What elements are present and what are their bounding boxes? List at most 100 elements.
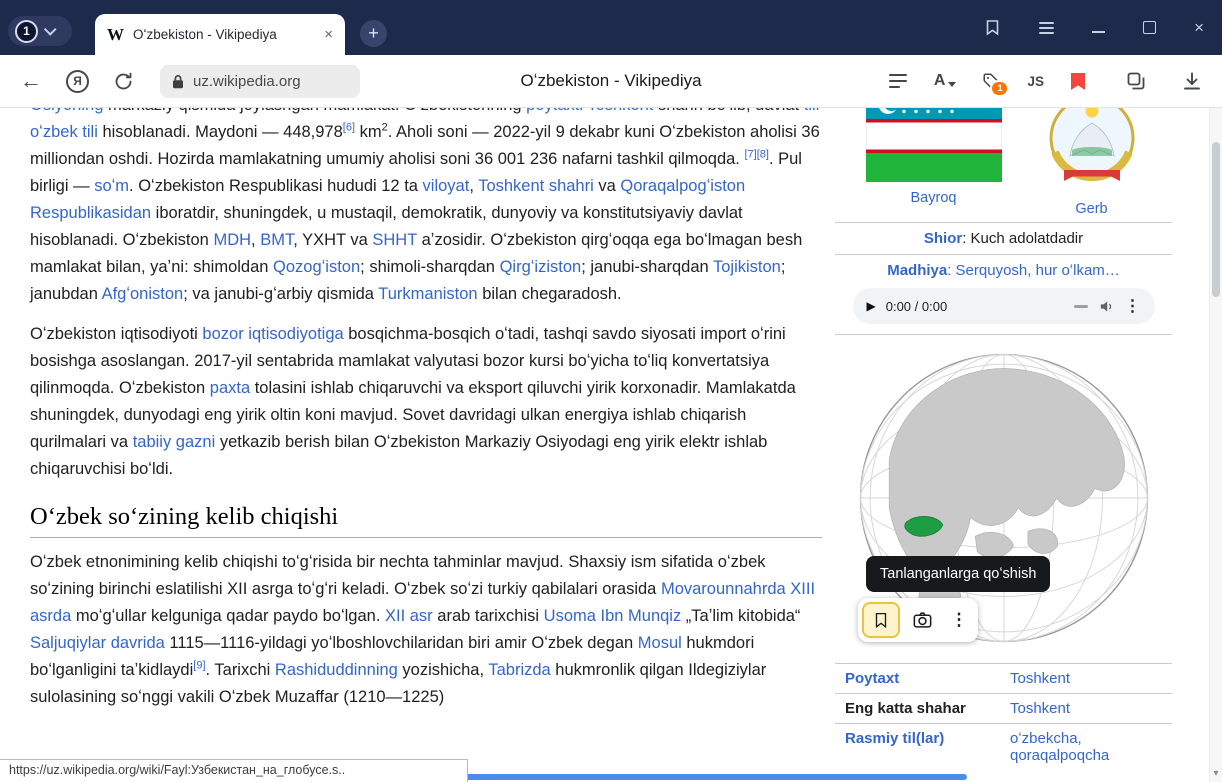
infobox-media-row: Bayroq Gerb <box>835 108 1172 222</box>
titlebar-controls: × <box>984 0 1204 55</box>
text-link[interactable]: Tojikiston <box>713 258 781 276</box>
browser-tab[interactable]: W Oʻzbekiston - Vikipediya × <box>95 14 345 55</box>
motto-row: Shior: Kuch adolatdadir <box>835 222 1172 254</box>
text-link[interactable]: MDH <box>213 231 251 249</box>
chevron-down-icon <box>948 82 956 87</box>
text-link[interactable]: Usoma Ibn Munqiz <box>544 607 682 625</box>
anthem-title-link[interactable]: : Serquyosh, hur oʻlkam… <box>947 262 1120 279</box>
lock-icon <box>172 74 184 89</box>
text-link[interactable]: XII asr <box>385 607 433 625</box>
bookmarks-icon[interactable] <box>1070 72 1086 91</box>
volume-icon[interactable] <box>1098 298 1115 315</box>
text-link[interactable]: poytaxti <box>526 108 583 114</box>
audio-time: 0:00 / 0:00 <box>886 299 947 314</box>
reader-mode-icon[interactable] <box>888 72 908 90</box>
vertical-scrollbar[interactable]: ▾ <box>1209 108 1222 782</box>
text-link[interactable]: Mosul <box>638 634 682 652</box>
row-label[interactable]: Rasmiy til(lar) <box>845 730 1010 764</box>
text-link[interactable]: oʻzbek tili <box>30 123 98 141</box>
text-link[interactable]: viloyat <box>423 177 470 195</box>
tab-close-icon[interactable]: × <box>324 26 333 43</box>
translate-icon[interactable]: A <box>934 73 957 89</box>
image-actions-toolbar: ⋮ <box>858 598 978 642</box>
audio-player[interactable]: ▶ 0:00 / 0:00 ⋮ <box>853 288 1155 324</box>
reload-button[interactable] <box>113 71 134 92</box>
anthem-label-link[interactable]: Madhiya <box>887 262 947 279</box>
table-row: Poytaxt Toshkent <box>835 663 1172 693</box>
audio-menu-button[interactable]: ⋮ <box>1125 296 1141 316</box>
emblem-caption-link[interactable]: Gerb <box>1075 201 1107 217</box>
javascript-icon[interactable]: JS <box>1027 74 1044 89</box>
minimize-button[interactable] <box>1092 31 1105 33</box>
maximize-button[interactable] <box>1143 21 1156 34</box>
panel-bookmark-icon[interactable] <box>984 19 1001 36</box>
paragraph: Oʻzbekiston iqtisodiyoti bozor iqtisodiy… <box>30 321 822 483</box>
text-link[interactable]: Rashiduddinning <box>275 661 398 679</box>
add-to-favorites-tooltip: Tanlanganlarga qoʻshish <box>866 556 1050 592</box>
infobox-table: Poytaxt Toshkent Eng katta shahar Toshke… <box>835 663 1172 770</box>
text-link[interactable]: Turkmaniston <box>378 285 477 303</box>
row-value-link[interactable]: oʻzbekcha, qoraqalpoqcha <box>1010 730 1109 764</box>
seek-bar[interactable] <box>1074 305 1088 308</box>
text-link[interactable]: Toshkent shahri <box>478 177 594 195</box>
text-link[interactable]: Qozogʻiston <box>273 258 360 276</box>
chevron-down-icon <box>44 23 57 36</box>
text-link[interactable]: bozor iqtisodiyotiga <box>202 325 343 343</box>
uzbekistan-emblem-image[interactable] <box>1042 108 1142 193</box>
scrollbar-thumb[interactable] <box>1212 142 1220 297</box>
row-label: Eng katta shahar <box>845 700 1010 717</box>
bookmark-icon <box>872 610 890 630</box>
table-row: Rasmiy til(lar) oʻzbekcha, qoraqalpoqcha <box>835 723 1172 770</box>
text-link[interactable]: tabiiy gazni <box>133 433 216 451</box>
paragraph: Oʻzbek etnonimining kelib chiqishi toʻgʻ… <box>30 549 822 711</box>
downloads-icon[interactable] <box>1182 71 1202 91</box>
text-link[interactable]: soʻm <box>94 177 129 195</box>
wikipedia-favicon: W <box>107 25 124 45</box>
text-link[interactable]: Osiyoning <box>30 108 103 114</box>
tab-group-button[interactable]: 1 <box>8 16 72 46</box>
horizontal-scrollbar-thumb[interactable] <box>452 774 967 780</box>
flag-caption-link[interactable]: Bayroq <box>911 190 957 206</box>
text-link[interactable]: Movarounnahrda <box>661 580 786 598</box>
toolbar: ← Я uz.wikipedia.org Oʻzbekiston - Vikip… <box>0 55 1222 108</box>
reference-link[interactable]: [6] <box>343 122 355 134</box>
section-heading: Oʻzbek soʻzining kelib chiqishi <box>30 503 822 538</box>
add-to-favorites-button[interactable] <box>862 602 900 638</box>
text-link[interactable]: Afgʻoniston <box>102 285 184 303</box>
text-link[interactable]: Qirgʻiziston <box>500 258 582 276</box>
text-link[interactable]: Saljuqiylar davrida <box>30 634 165 652</box>
promotions-icon[interactable]: 1 <box>982 72 1001 91</box>
screenshot-button[interactable] <box>903 602 941 638</box>
paragraph: Osiyoning markaziy qismida joylashgan ma… <box>30 108 822 308</box>
reference-link[interactable]: [7][8] <box>744 149 768 161</box>
table-row: Eng katta shahar Toshkent <box>835 693 1172 723</box>
scroll-down-icon[interactable]: ▾ <box>1210 768 1222 779</box>
menu-icon[interactable] <box>1039 19 1054 37</box>
text-link[interactable]: Tabrizda <box>488 661 550 679</box>
kebab-icon: ⋮ <box>951 610 968 630</box>
close-window-button[interactable]: × <box>1194 19 1204 36</box>
collections-icon[interactable] <box>1126 71 1146 91</box>
browser-logo-icon[interactable]: Я <box>66 70 89 93</box>
text-link[interactable]: paxta <box>210 379 250 397</box>
row-value-link[interactable]: Toshkent <box>1010 670 1070 687</box>
text-link[interactable]: Qoraqalpogʻiston Respublikasidan <box>30 177 745 222</box>
uzbekistan-flag-image[interactable] <box>866 108 1002 182</box>
motto-label-link[interactable]: Shior <box>924 230 962 247</box>
text-link[interactable]: SHHT <box>372 231 417 249</box>
page-content: Osiyoning markaziy qismida joylashgan ma… <box>0 108 1222 782</box>
more-actions-button[interactable]: ⋮ <box>944 602 974 638</box>
text-link[interactable]: BMT <box>260 231 293 249</box>
reference-link[interactable]: [9] <box>193 660 205 672</box>
play-icon[interactable]: ▶ <box>867 299 876 313</box>
address-bar[interactable]: uz.wikipedia.org <box>160 65 360 98</box>
row-label[interactable]: Poytaxt <box>845 670 1010 687</box>
text-link[interactable]: tili <box>804 108 820 114</box>
browser-logo-letter: Я <box>73 74 82 88</box>
row-value-link[interactable]: Toshkent <box>1010 700 1070 717</box>
anthem-row: Madhiya: Serquyosh, hur oʻlkam… ▶ 0:00 /… <box>835 254 1172 334</box>
status-url: https://uz.wikipedia.org/wiki/Fayl:Узбек… <box>9 763 345 777</box>
new-tab-button[interactable]: + <box>360 20 387 47</box>
back-button[interactable]: ← <box>20 70 42 92</box>
text-link[interactable]: Toshkent <box>587 108 653 114</box>
